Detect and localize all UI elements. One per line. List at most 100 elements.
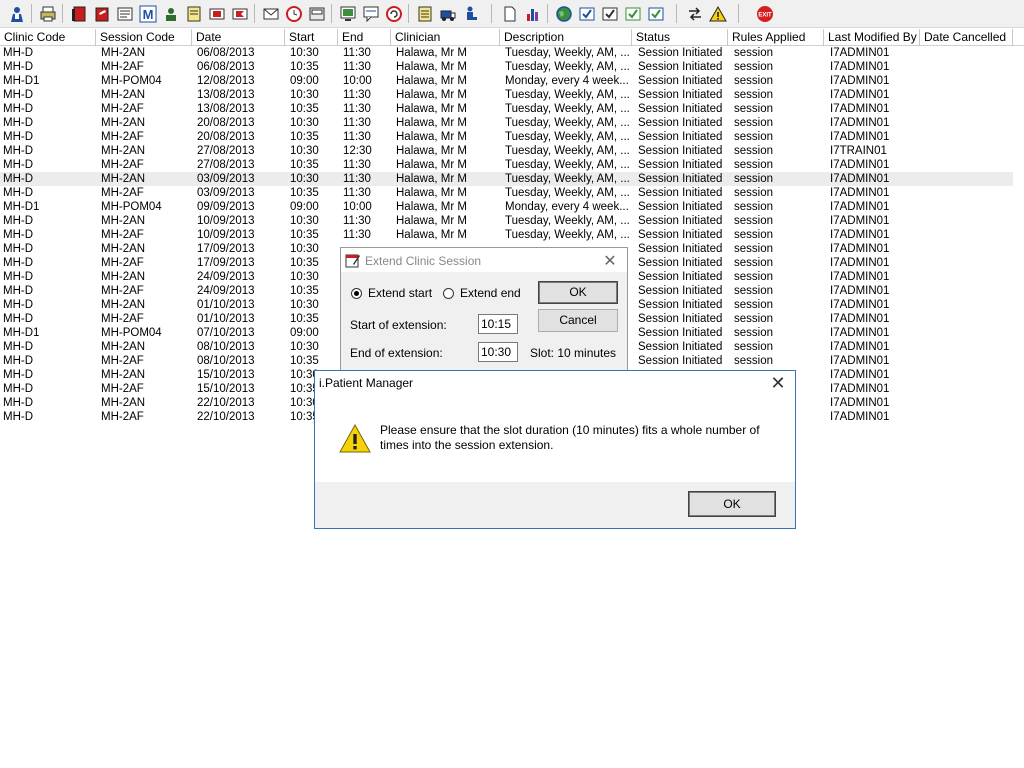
table-row[interactable]: MH-D MH-2AN 03/09/2013 10:30 11:30 Halawa, Mr…: [0, 172, 1013, 186]
patient-manager-message-box: i.Patient Manager ✕ Please ensure that t…: [314, 370, 796, 529]
refresh-circle-icon[interactable]: [383, 3, 404, 24]
user-card-icon[interactable]: [160, 3, 181, 24]
cell-status: Session Initiated: [638, 75, 723, 87]
cell-clinician: Halawa, Mr M: [396, 201, 467, 213]
start-of-extension-input[interactable]: 10:15: [478, 314, 518, 334]
cell-session-code: MH-2AN: [101, 243, 146, 255]
swap-arrows-icon[interactable]: [684, 3, 705, 24]
letter-m-icon[interactable]: M: [137, 3, 158, 24]
column-header-clinician[interactable]: Clinician: [391, 29, 500, 46]
cell-status: Session Initiated: [638, 103, 723, 115]
notebook-icon[interactable]: [91, 3, 112, 24]
cell-rules-applied: session: [734, 89, 773, 101]
cell-description: Tuesday, Weekly, AM, ...: [505, 229, 630, 241]
cell-last-modified-by: I7TRAIN01: [830, 145, 887, 157]
exit-icon[interactable]: EXIT: [754, 3, 775, 24]
column-header-date[interactable]: Date: [192, 29, 285, 46]
cell-start: 10:35: [290, 257, 319, 269]
column-header-last-modified-by[interactable]: Last Modified By: [824, 29, 920, 46]
cell-clinic-code: MH-D1: [3, 201, 40, 213]
table-row[interactable]: MH-D MH-2AF 27/08/2013 10:35 11:30 Halawa, Mr…: [0, 158, 1013, 172]
truck-icon[interactable]: [437, 3, 458, 24]
document-edit-icon[interactable]: [183, 3, 204, 24]
chat-icon[interactable]: [360, 3, 381, 24]
clock-icon[interactable]: [283, 3, 304, 24]
check-doc-icon[interactable]: [576, 3, 597, 24]
cell-date-cancelled: [926, 242, 1013, 256]
table-row[interactable]: MH-D MH-2AF 20/08/2013 10:35 11:30 Halawa, Mr…: [0, 130, 1013, 144]
check-green-icon[interactable]: [622, 3, 643, 24]
column-header-status[interactable]: Status: [632, 29, 728, 46]
card-icon[interactable]: [306, 3, 327, 24]
cell-session-code: MH-2AF: [101, 383, 144, 395]
column-header-description[interactable]: Description: [500, 29, 632, 46]
person-icon[interactable]: [6, 3, 27, 24]
column-header-date-cancelled[interactable]: Date Cancelled: [920, 29, 1013, 46]
column-header-clinic-code[interactable]: Clinic Code: [0, 29, 96, 46]
cell-rules-applied: session: [734, 47, 773, 59]
table-row[interactable]: MH-D MH-2AF 13/08/2013 10:35 11:30 Halawa, Mr…: [0, 102, 1013, 116]
extend-end-radio[interactable]: [443, 288, 454, 299]
notes-icon[interactable]: [114, 3, 135, 24]
person-chair-icon[interactable]: [460, 3, 481, 24]
check-blue-icon[interactable]: [645, 3, 666, 24]
message-ok-button[interactable]: OK: [688, 491, 776, 517]
cell-clinic-code: MH-D: [3, 187, 34, 199]
extend-start-radio[interactable]: [351, 288, 362, 299]
column-header-session-code[interactable]: Session Code: [96, 29, 192, 46]
cell-status: Session Initiated: [638, 47, 723, 59]
book-icon[interactable]: [68, 3, 89, 24]
table-row[interactable]: MH-D MH-2AF 06/08/2013 10:35 11:30 Halawa, Mr…: [0, 60, 1013, 74]
table-row[interactable]: MH-D MH-2AN 27/08/2013 10:30 12:30 Halawa, Mr…: [0, 144, 1013, 158]
end-of-extension-label: End of extension:: [350, 346, 443, 360]
table-row[interactable]: MH-D MH-2AN 13/08/2013 10:30 11:30 Halawa, Mr…: [0, 88, 1013, 102]
bar-chart-icon[interactable]: [522, 3, 543, 24]
blank-page-icon[interactable]: [499, 3, 520, 24]
cell-clinic-code: MH-D: [3, 355, 34, 367]
warning-icon[interactable]: [707, 3, 728, 24]
cell-description: Tuesday, Weekly, AM, ...: [505, 103, 630, 115]
notepad-icon[interactable]: [414, 3, 435, 24]
cell-status: Session Initiated: [638, 173, 723, 185]
cell-status: Session Initiated: [638, 61, 723, 73]
cell-last-modified-by: I7ADMIN01: [830, 215, 890, 227]
cell-date: 03/09/2013: [197, 187, 255, 199]
globe-icon[interactable]: [553, 3, 574, 24]
table-row[interactable]: MH-D MH-2AF 03/09/2013 10:35 11:30 Halawa, Mr…: [0, 186, 1013, 200]
table-row[interactable]: MH-D1 MH-POM04 12/08/2013 09:00 10:00 Halawa,…: [0, 74, 1013, 88]
cell-date: 22/10/2013: [197, 397, 255, 409]
close-icon[interactable]: ✕: [601, 251, 619, 271]
table-row[interactable]: MH-D1 MH-POM04 09/09/2013 09:00 10:00 Halawa,…: [0, 200, 1013, 214]
cell-description: Monday, every 4 week...: [505, 201, 629, 213]
cell-date: 22/10/2013: [197, 411, 255, 423]
flag-icon[interactable]: [206, 3, 227, 24]
cell-session-code: MH-2AF: [101, 131, 144, 143]
end-of-extension-input[interactable]: 10:30: [478, 342, 518, 362]
cancel-button[interactable]: Cancel: [538, 309, 618, 332]
table-row[interactable]: MH-D MH-2AN 20/08/2013 10:30 11:30 Halawa, Mr…: [0, 116, 1013, 130]
cell-start: 10:35: [290, 355, 319, 367]
column-header-rules-applied[interactable]: Rules Applied: [728, 29, 824, 46]
message-box-content: Please ensure that the slot duration (10…: [315, 402, 795, 482]
column-header-end[interactable]: End: [338, 29, 391, 46]
cell-start: 10:30: [290, 341, 319, 353]
check-doc-2-icon[interactable]: [599, 3, 620, 24]
table-row[interactable]: MH-D MH-2AN 10/09/2013 10:30 11:30 Halawa, Mr…: [0, 214, 1013, 228]
envelope-icon[interactable]: [260, 3, 281, 24]
cell-status: Session Initiated: [638, 145, 723, 157]
table-row[interactable]: MH-D MH-2AN 06/08/2013 10:30 11:30 Halawa, Mr…: [0, 46, 1013, 60]
flag-red-icon[interactable]: [229, 3, 250, 24]
cell-date-cancelled: [926, 298, 1013, 312]
cell-session-code: MH-2AN: [101, 145, 146, 157]
cell-last-modified-by: I7ADMIN01: [830, 355, 890, 367]
screen-icon[interactable]: [337, 3, 358, 24]
extend-end-label[interactable]: Extend end: [460, 286, 521, 300]
column-header-start[interactable]: Start: [285, 29, 338, 46]
ok-button[interactable]: OK: [538, 281, 618, 304]
table-row[interactable]: MH-D MH-2AF 10/09/2013 10:35 11:30 Halawa, Mr…: [0, 228, 1013, 242]
printer-icon[interactable]: [37, 3, 58, 24]
cell-end: 11:30: [343, 47, 371, 59]
close-icon[interactable]: ✕: [769, 373, 787, 394]
extend-start-label[interactable]: Extend start: [368, 286, 432, 300]
cell-session-code: MH-2AN: [101, 215, 146, 227]
